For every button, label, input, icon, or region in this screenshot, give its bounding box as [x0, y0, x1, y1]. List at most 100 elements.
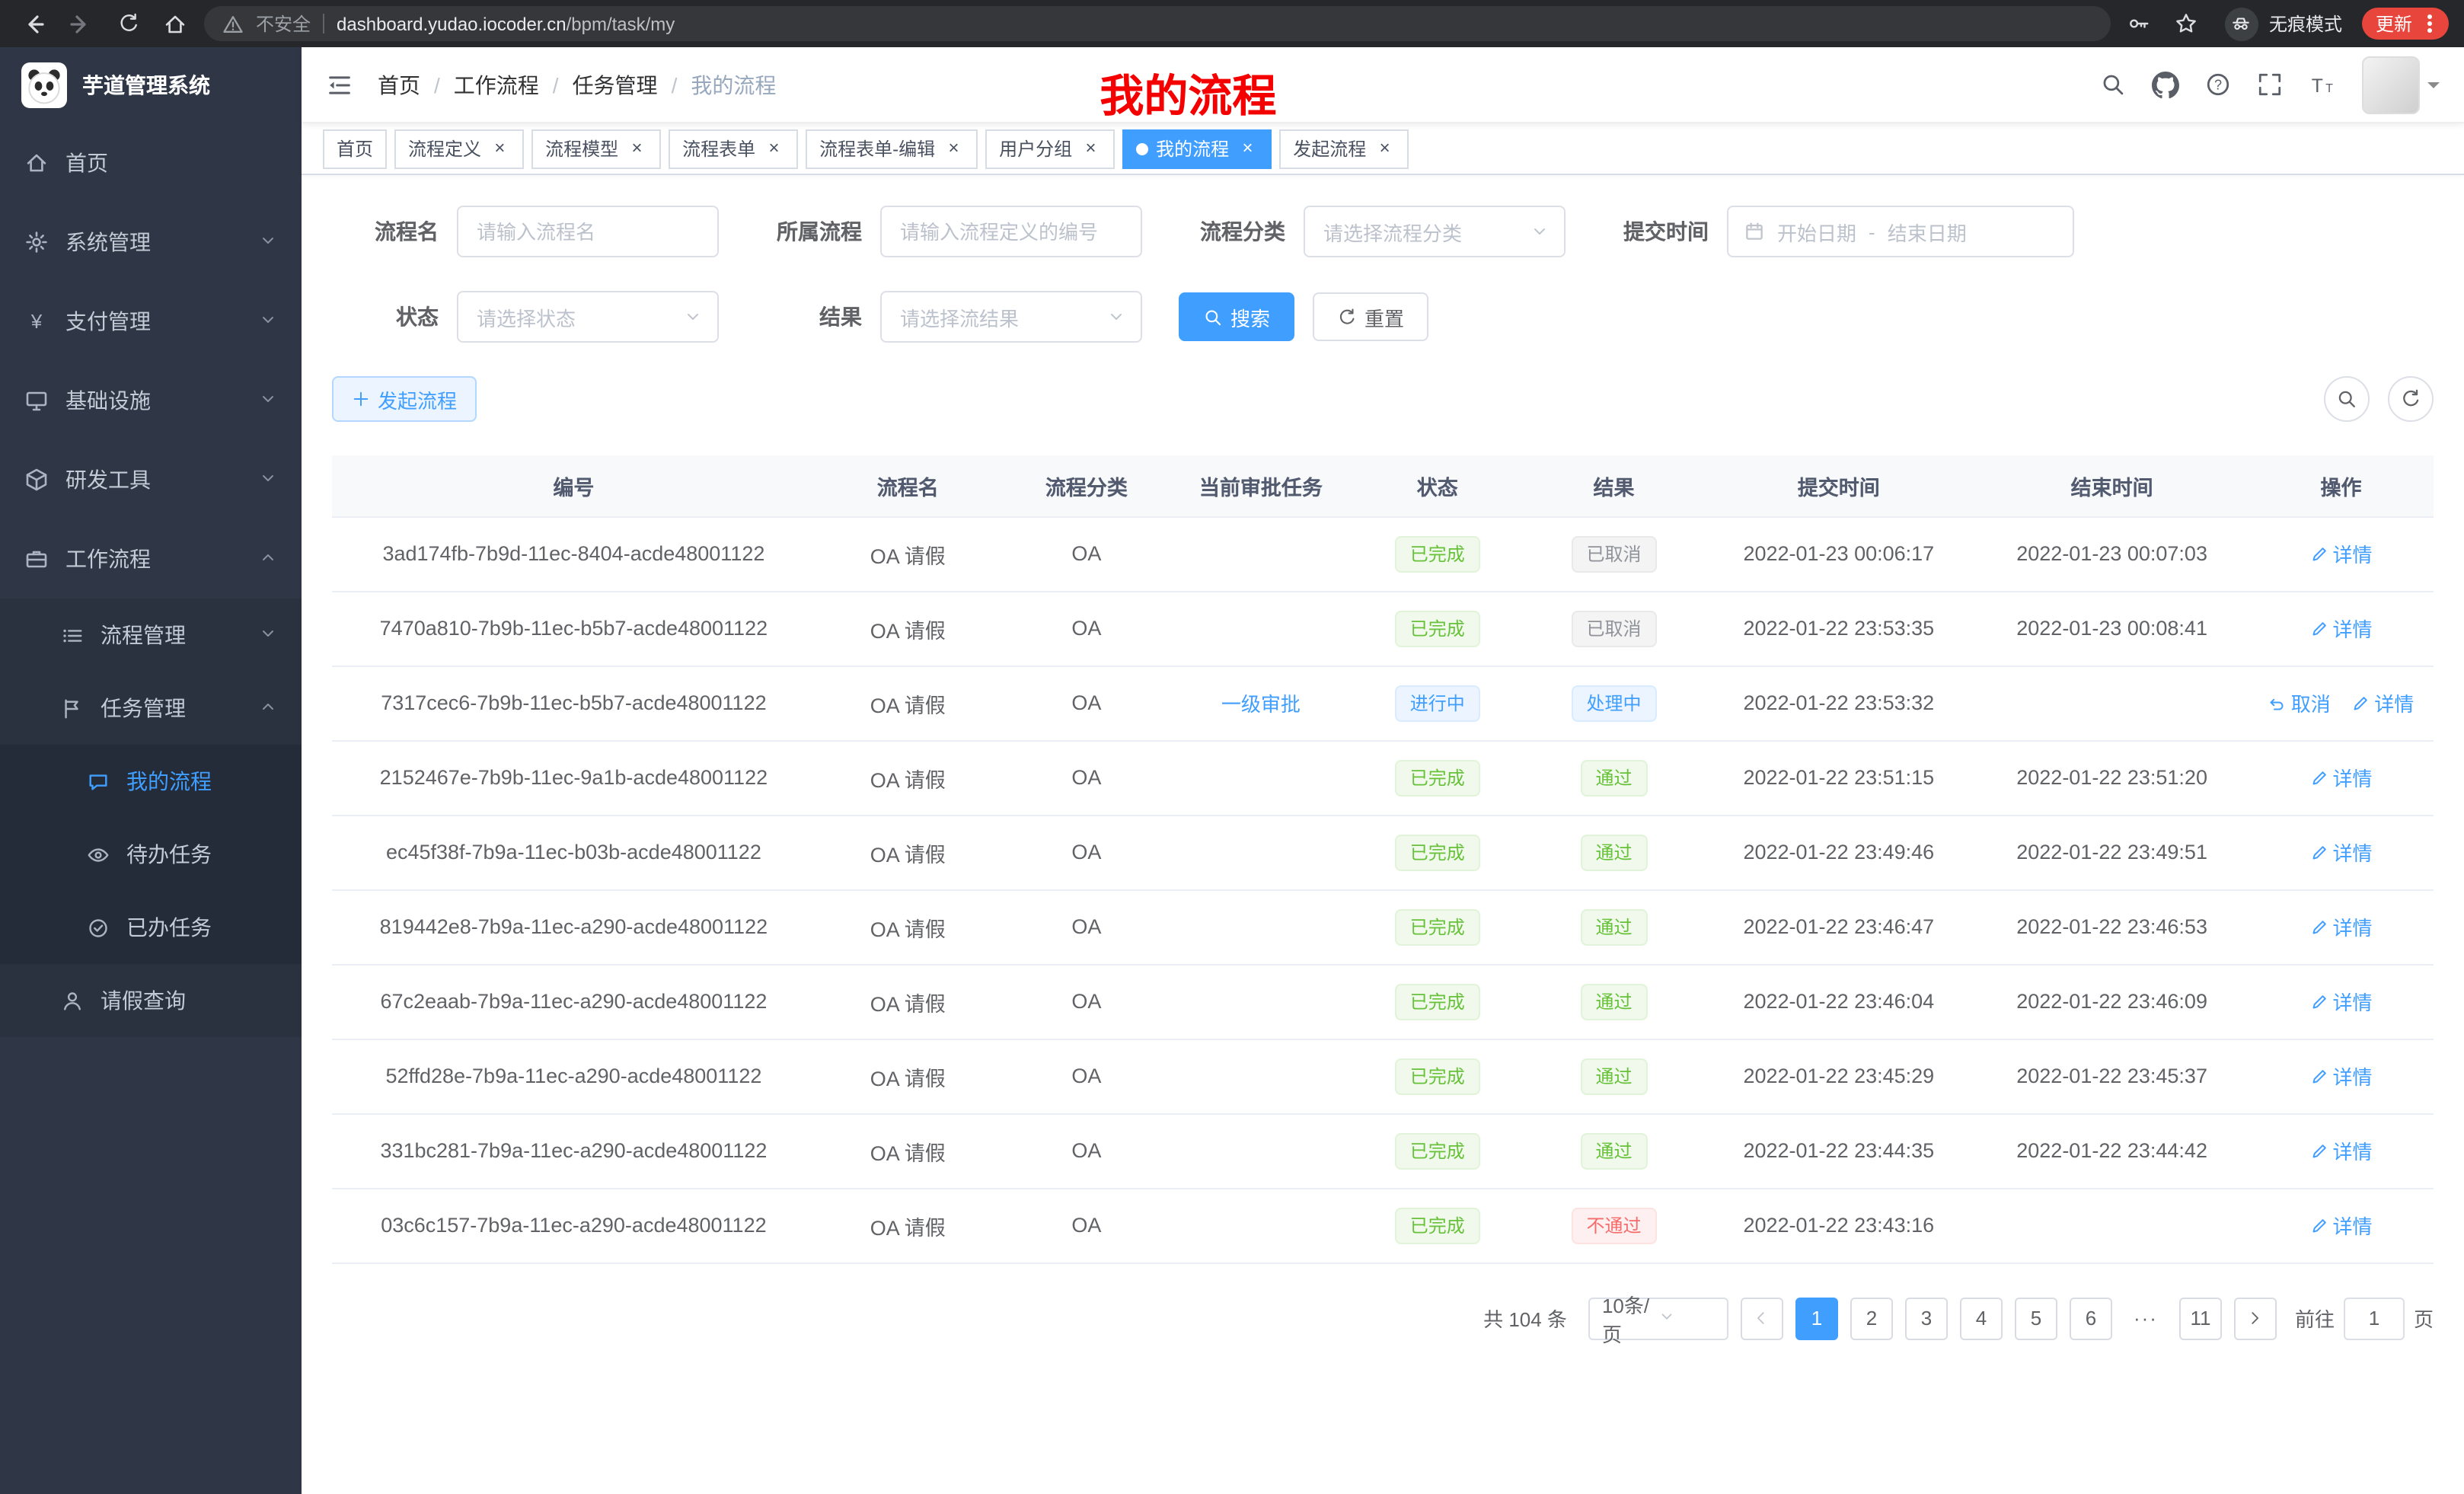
process-def-input[interactable] — [880, 206, 1142, 257]
detail-link[interactable]: 详情 — [2309, 1061, 2372, 1090]
sidebar-item-system[interactable]: 系统管理 — [0, 203, 302, 282]
create-process-button[interactable]: 发起流程 — [332, 376, 477, 422]
forward-button[interactable] — [62, 5, 99, 42]
process-category-select[interactable]: 请选择流程分类 — [1304, 206, 1566, 257]
tab-close-icon[interactable] — [943, 138, 964, 159]
refresh-table-button[interactable] — [2388, 376, 2434, 422]
prev-page-button[interactable] — [1741, 1297, 1783, 1339]
cell-end-time: 2022-01-22 23:46:09 — [1975, 964, 2249, 1039]
password-key-icon[interactable] — [2121, 5, 2158, 42]
update-button[interactable]: 更新 — [2362, 8, 2449, 40]
tab[interactable]: 首页 — [323, 129, 387, 168]
sidebar-item-leave-query[interactable]: 请假查询 — [0, 964, 302, 1037]
page-button[interactable]: 2 — [1850, 1297, 1893, 1339]
page-button[interactable]: 6 — [2070, 1297, 2112, 1339]
sidebar-item-my-process[interactable]: 我的流程 — [0, 745, 302, 818]
status-select[interactable]: 请选择状态 — [457, 291, 719, 343]
detail-link[interactable]: 详情 — [2309, 763, 2372, 792]
sidebar-item-todo-tasks[interactable]: 待办任务 — [0, 818, 302, 891]
cell-category: OA — [1001, 666, 1173, 740]
search-icon[interactable] — [2100, 72, 2126, 97]
github-icon[interactable] — [2152, 71, 2179, 98]
cell-id: 52ffd28e-7b9a-11ec-a290-acde48001122 — [332, 1039, 815, 1113]
status-badge: 已完成 — [1395, 1132, 1480, 1169]
detail-link[interactable]: 详情 — [2351, 688, 2414, 717]
reset-button[interactable]: 重置 — [1313, 292, 1428, 341]
detail-link[interactable]: 详情 — [2309, 614, 2372, 643]
tab[interactable]: 流程模型 — [531, 129, 661, 168]
detail-link[interactable]: 详情 — [2309, 838, 2372, 867]
sidebar-item-infrastructure[interactable]: 基础设施 — [0, 361, 302, 440]
tab-close-icon[interactable] — [763, 138, 784, 159]
search-button[interactable]: 搜索 — [1179, 292, 1294, 341]
sidebar-item-process-mgmt[interactable]: 流程管理 — [0, 599, 302, 672]
tab[interactable]: 流程表单 — [669, 129, 798, 168]
address-bar[interactable]: 不安全 dashboard.yudao.iocoder.cn/bpm/task/… — [204, 6, 2111, 41]
help-icon[interactable]: ? — [2205, 72, 2231, 97]
detail-link[interactable]: 详情 — [2309, 1211, 2372, 1240]
tab-close-icon[interactable] — [489, 138, 510, 159]
fullscreen-icon[interactable] — [2257, 72, 2283, 97]
process-name-input[interactable] — [457, 206, 719, 257]
page-button[interactable]: ··· — [2124, 1297, 2167, 1339]
detail-link[interactable]: 详情 — [2309, 987, 2372, 1016]
column-header: 结果 — [1526, 455, 1703, 516]
breadcrumb-item[interactable]: 首页 — [378, 69, 420, 100]
home-button[interactable] — [157, 5, 193, 42]
pencil-icon — [2309, 1067, 2328, 1085]
tab[interactable]: 我的流程 — [1122, 129, 1272, 168]
menu-label: 工作流程 — [65, 544, 151, 574]
tab[interactable]: 发起流程 — [1279, 129, 1409, 168]
page-title-annotation: 我的流程 — [1100, 61, 1276, 125]
tab-close-icon[interactable] — [1237, 138, 1258, 159]
breadcrumb-item[interactable]: 任务管理 — [573, 69, 658, 100]
cell-process-name: OA 请假 — [815, 666, 1001, 740]
cell-id: 3ad174fb-7b9d-11ec-8404-acde48001122 — [332, 516, 815, 591]
sidebar-item-devtools[interactable]: 研发工具 — [0, 440, 302, 519]
reload-button[interactable] — [110, 5, 146, 42]
next-page-button[interactable] — [2234, 1297, 2277, 1339]
cell-id: 67c2eaab-7b9a-11ec-a290-acde48001122 — [332, 964, 815, 1039]
page-size-select[interactable]: 10条/页 — [1588, 1297, 1728, 1339]
page-button[interactable]: 11 — [2179, 1297, 2222, 1339]
tab-close-icon[interactable] — [1080, 138, 1101, 159]
detail-link[interactable]: 详情 — [2309, 912, 2372, 941]
detail-link[interactable]: 详情 — [2309, 539, 2372, 568]
url-text: dashboard.yudao.iocoder.cn/bpm/task/my — [337, 13, 675, 34]
sidebar-item-workflow[interactable]: 工作流程 — [0, 519, 302, 599]
bookmark-star-icon[interactable] — [2169, 5, 2205, 42]
sidebar-toggle-icon[interactable] — [326, 71, 353, 98]
back-button[interactable] — [15, 5, 52, 42]
page-button[interactable]: 3 — [1905, 1297, 1948, 1339]
page-button[interactable]: 1 — [1795, 1297, 1838, 1339]
tab-close-icon[interactable] — [1374, 138, 1395, 159]
tab[interactable]: 用户分组 — [985, 129, 1115, 168]
toggle-search-button[interactable] — [2324, 376, 2370, 422]
submit-time-range-picker[interactable]: 开始日期 - 结束日期 — [1727, 206, 2074, 257]
tab[interactable]: 流程定义 — [394, 129, 524, 168]
detail-link[interactable]: 详情 — [2309, 1136, 2372, 1165]
sidebar-item-payment[interactable]: ¥ 支付管理 — [0, 282, 302, 361]
page-button[interactable]: 5 — [2015, 1297, 2057, 1339]
cell-end-time: 2022-01-23 00:07:03 — [1975, 516, 2249, 591]
user-avatar[interactable] — [2362, 56, 2440, 113]
sidebar-item-done-tasks[interactable]: 已办任务 — [0, 891, 302, 964]
cell-submit-time: 2022-01-22 23:49:46 — [1702, 815, 1975, 889]
result-select[interactable]: 请选择流结果 — [880, 291, 1142, 343]
sidebar-item-task-mgmt[interactable]: 任务管理 — [0, 672, 302, 745]
page-button[interactable]: 4 — [1960, 1297, 2003, 1339]
cancel-link[interactable]: 取消 — [2268, 688, 2331, 717]
cell-process-name: OA 请假 — [815, 740, 1001, 815]
font-size-icon[interactable]: TT — [2309, 71, 2336, 98]
person-icon — [61, 989, 84, 1012]
browser-menu-icon[interactable] — [2427, 21, 2432, 26]
goto-page-input[interactable] — [2344, 1297, 2405, 1339]
address-divider — [323, 14, 324, 34]
tab[interactable]: 流程表单-编辑 — [806, 129, 978, 168]
sidebar-item-home[interactable]: 首页 — [0, 123, 302, 203]
result-badge: 不通过 — [1572, 1207, 1657, 1243]
tab-close-icon[interactable] — [626, 138, 647, 159]
current-task-link[interactable]: 一级审批 — [1221, 688, 1301, 717]
yen-icon: ¥ — [24, 309, 49, 334]
breadcrumb-item[interactable]: 工作流程 — [454, 69, 539, 100]
